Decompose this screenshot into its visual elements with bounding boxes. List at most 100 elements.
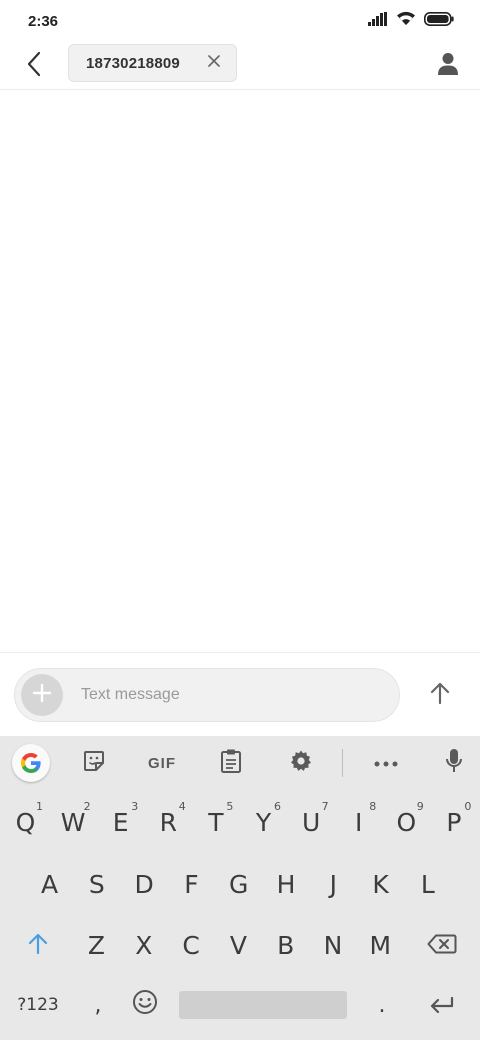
arrow-back-icon [25, 51, 43, 82]
message-input[interactable] [81, 686, 371, 704]
google-search-button[interactable] [11, 743, 51, 783]
plus-icon [32, 683, 52, 708]
close-icon [208, 54, 220, 72]
key-label: G [229, 869, 249, 899]
clipboard-button[interactable] [211, 743, 251, 783]
key-x[interactable]: X [120, 921, 167, 969]
more-button[interactable] [366, 743, 406, 783]
key-q[interactable]: Q1 [2, 798, 49, 846]
recipient-chip[interactable]: 18730218809 [68, 44, 237, 82]
key-t[interactable]: T5 [192, 798, 239, 846]
key-e[interactable]: E3 [97, 798, 144, 846]
signal-icon [368, 11, 388, 31]
key-label: D [134, 869, 154, 899]
key-label: C [182, 930, 200, 960]
key-label: P [446, 807, 462, 837]
voice-input-button[interactable] [434, 743, 474, 783]
key-hint: 1 [36, 800, 43, 813]
key-p[interactable]: P0 [430, 798, 477, 846]
key-label: F [184, 869, 199, 899]
key-b[interactable]: B [262, 921, 309, 969]
person-icon [438, 52, 458, 81]
shift-key[interactable] [14, 922, 62, 968]
backspace-key[interactable] [418, 922, 466, 968]
status-icons [368, 11, 454, 31]
key-r[interactable]: R4 [145, 798, 192, 846]
key-label: V [229, 930, 247, 960]
compose-bar [0, 652, 480, 736]
key-label: J [329, 869, 337, 899]
key-v[interactable]: V [215, 921, 262, 969]
settings-button[interactable] [281, 743, 321, 783]
sticker-button[interactable] [74, 743, 114, 783]
key-j[interactable]: J [310, 860, 357, 908]
key-u[interactable]: U7 [288, 798, 335, 846]
key-hint: 6 [274, 800, 281, 813]
contact-button[interactable] [432, 50, 464, 82]
key-label: W [60, 807, 86, 837]
key-s[interactable]: S [73, 860, 120, 908]
recipient-number: 18730218809 [86, 54, 180, 72]
key-hint: 7 [321, 800, 329, 813]
key-h[interactable]: H [263, 860, 310, 908]
key-a[interactable]: A [26, 860, 73, 908]
period-key[interactable]: . [364, 982, 400, 1028]
battery-icon [424, 11, 454, 31]
keyboard-toolbar: GIF [0, 736, 480, 790]
key-k[interactable]: K [357, 860, 404, 908]
key-c[interactable]: C [168, 921, 215, 969]
comma-key-label: , [94, 992, 102, 1018]
key-m[interactable]: M [357, 921, 404, 969]
status-time: 2:36 [28, 12, 59, 30]
key-label: K [372, 869, 389, 899]
enter-icon [429, 991, 455, 1020]
toolbar-divider [342, 749, 343, 777]
sticker-icon [82, 749, 106, 778]
key-label: T [208, 807, 224, 837]
send-button[interactable] [424, 679, 456, 711]
key-hint: 8 [369, 800, 377, 813]
key-hint: 9 [416, 800, 424, 813]
key-i[interactable]: I8 [335, 798, 382, 846]
key-y[interactable]: Y6 [240, 798, 287, 846]
compose-field [14, 668, 400, 722]
shift-icon [28, 931, 48, 960]
gif-icon: GIF [148, 754, 176, 772]
key-label: N [323, 930, 343, 960]
key-o[interactable]: O9 [383, 798, 430, 846]
key-w[interactable]: W2 [50, 798, 97, 846]
more-icon [374, 754, 398, 772]
conversation-header: 18730218809 [0, 42, 480, 90]
key-label: S [88, 869, 105, 899]
key-l[interactable]: L [404, 860, 451, 908]
google-icon [12, 744, 50, 782]
settings-icon [289, 749, 313, 778]
key-f[interactable]: F [168, 860, 215, 908]
key-label: Q [15, 807, 36, 837]
backspace-icon [427, 931, 457, 960]
key-label: X [135, 930, 153, 960]
emoji-key[interactable] [126, 982, 164, 1028]
gif-button[interactable]: GIF [140, 743, 184, 783]
keyboard: GIF Q1W2E3R4T5Y6U7I8O9P0 ASDFGHJKL Z X C… [0, 736, 480, 1040]
space-key[interactable] [179, 991, 347, 1019]
key-label: B [277, 930, 295, 960]
comma-key[interactable]: , [80, 982, 116, 1028]
key-label: L [420, 869, 435, 899]
symbols-key[interactable]: ?123 [10, 982, 66, 1028]
key-hint: 3 [131, 800, 139, 813]
key-label: H [276, 869, 296, 899]
remove-recipient-button[interactable] [206, 55, 222, 71]
key-label: Y [255, 807, 272, 837]
key-hint: 5 [226, 800, 234, 813]
key-z[interactable]: Z [73, 921, 120, 969]
back-button[interactable] [18, 50, 50, 82]
period-key-label: . [378, 992, 386, 1018]
wifi-icon [396, 11, 416, 31]
enter-key[interactable] [418, 982, 466, 1028]
attach-button[interactable] [21, 674, 63, 716]
conversation-area[interactable] [0, 91, 480, 652]
key-d[interactable]: D [121, 860, 168, 908]
key-n[interactable]: N [310, 921, 357, 969]
key-g[interactable]: G [215, 860, 262, 908]
